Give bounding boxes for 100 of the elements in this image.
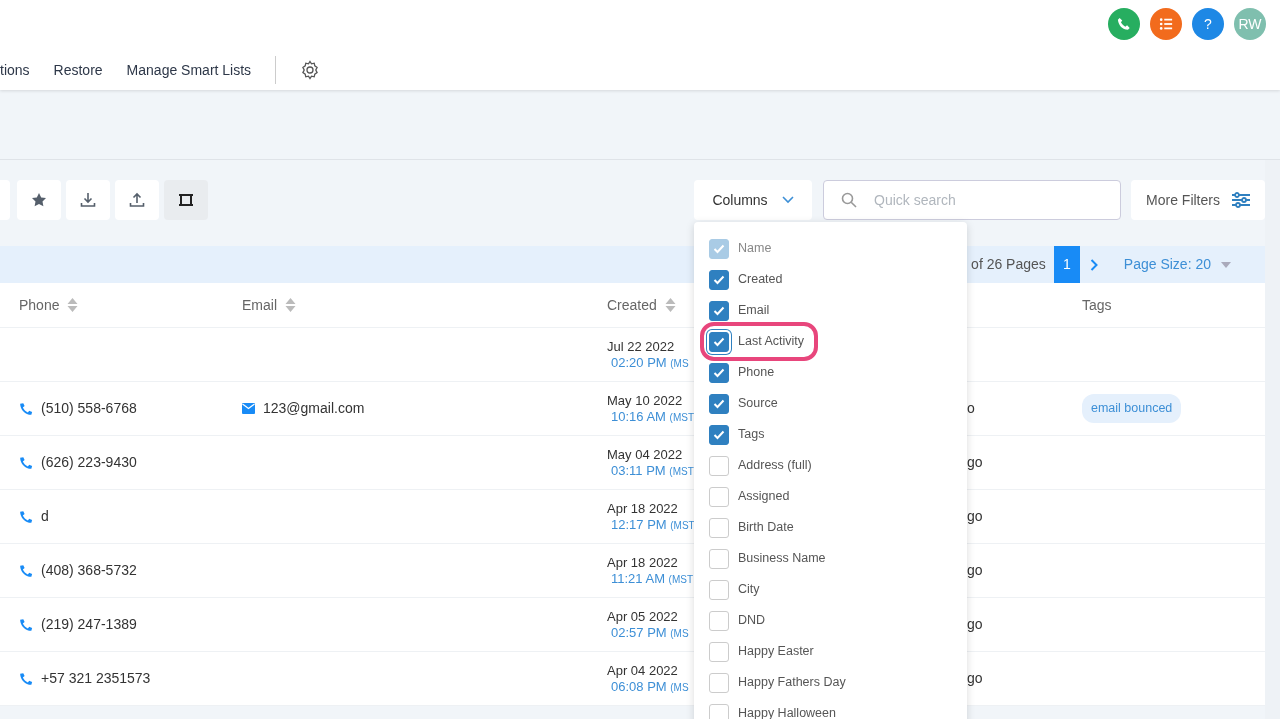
sort-icon [285,297,296,313]
more-filters-button[interactable]: More Filters [1131,180,1265,220]
checkmark-icon [713,367,725,378]
crop-button[interactable] [164,180,208,220]
star-button[interactable] [17,180,61,220]
last-activity: go [967,615,983,634]
column-option[interactable]: Created [694,264,793,295]
phone-icon [19,563,33,578]
checkbox[interactable] [709,424,729,445]
created-date: Apr 18 2022 [607,554,679,571]
timezone: (MST [670,519,694,531]
checkbox[interactable] [709,548,729,569]
last-activity: go [967,507,983,526]
created-date: Jul 22 2022 [607,338,676,355]
upload-icon [129,192,145,208]
checkbox[interactable] [709,672,729,693]
columns-dropdown[interactable]: Columns [694,180,812,220]
created-time: 03:11 PM [610,462,666,478]
created-date: Apr 05 2022 [607,608,679,625]
timezone: (MST [668,573,694,585]
chevron-right-icon [1089,259,1098,272]
created-time: 11:21 AM [610,570,665,586]
created-time: 12:17 PM [610,516,667,532]
filter-icon [1231,192,1250,208]
created-date: Apr 18 2022 [607,500,679,517]
help-button[interactable]: ? [1192,8,1224,40]
nav-link[interactable]: Restore [53,59,103,81]
download-icon [80,192,96,208]
last-activity: go [967,453,983,472]
checkmark-icon [713,274,725,285]
phone-icon [19,617,33,632]
checkbox[interactable] [709,300,729,321]
phone-icon [19,509,33,524]
list-button[interactable] [1150,8,1182,40]
caret-icon [1221,261,1231,268]
created-date: May 10 2022 [607,392,684,409]
download-button[interactable] [66,180,110,220]
nav-link[interactable]: Manage Smart Lists [126,59,252,81]
search-icon [841,192,857,208]
column-option[interactable]: Assigned [694,481,800,512]
chevron-down-icon [781,196,794,204]
checkmark-icon [713,243,725,254]
checkbox[interactable] [709,331,729,352]
timezone: (MS [670,681,689,693]
last-activity: o [967,399,975,418]
crop-icon [178,192,194,208]
checkbox[interactable] [709,269,729,290]
checkbox[interactable] [709,486,729,507]
timezone: (MS [670,627,689,639]
column-header[interactable]: Created [607,294,657,316]
checkbox[interactable] [709,579,729,600]
column-option[interactable]: Email [694,295,780,326]
checkbox[interactable] [709,455,729,476]
column-option[interactable]: Birth Date [694,512,804,543]
column-option[interactable]: Address (full) [694,450,822,481]
column-option[interactable]: Tags [694,419,775,450]
nav-link[interactable]: tions [0,59,30,81]
checkbox[interactable] [709,393,729,414]
checkbox[interactable] [709,362,729,383]
created-time: 02:20 PM [610,354,667,370]
upload-button[interactable] [115,180,159,220]
column-header[interactable]: Phone [19,294,60,316]
column-option[interactable]: Business Name [694,543,836,574]
timezone: (MS [670,357,689,369]
column-option[interactable]: Last Activity [694,326,814,357]
email-icon [242,403,255,414]
page-count: of 26 Pages [971,255,1046,274]
column-header[interactable]: Email [242,294,277,316]
column-header[interactable]: Tags [1082,294,1112,316]
column-option[interactable]: Happy Easter [694,636,824,667]
phone-icon [19,455,33,470]
phone-number: (626) 223-9430 [41,453,137,472]
column-option[interactable]: City [694,574,770,605]
checkmark-icon [713,305,725,316]
checkbox[interactable] [709,703,729,719]
phone-icon [1117,17,1131,31]
search-field[interactable]: Quick search [823,180,1121,220]
timezone: (MST [669,411,694,423]
sort-icon [664,297,676,313]
phone-icon [19,671,33,686]
phone-number: (408) 368-5732 [41,561,137,580]
email-address: 123@gmail.com [263,399,365,418]
column-option[interactable]: Source [694,388,788,419]
column-option[interactable]: Happy Halloween [694,698,846,719]
checkbox[interactable] [709,610,729,631]
phone-number: (219) 247-1389 [41,615,137,634]
column-option[interactable]: Phone [694,357,785,388]
column-option[interactable]: DND [694,605,776,636]
checkmark-icon [713,398,725,409]
phone-number: +57 321 2351573 [41,669,151,688]
phone-button[interactable] [1108,8,1140,40]
checkbox[interactable] [709,641,729,662]
created-date: Apr 04 2022 [607,662,679,679]
created-date: May 04 2022 [607,446,684,463]
settings-icon[interactable] [300,60,321,80]
created-time: 02:57 PM [610,624,667,640]
checkbox[interactable] [709,517,729,538]
star-icon [31,192,47,208]
column-option[interactable]: Happy Fathers Day [694,667,856,698]
phone-number: (510) 558-6768 [41,399,137,418]
